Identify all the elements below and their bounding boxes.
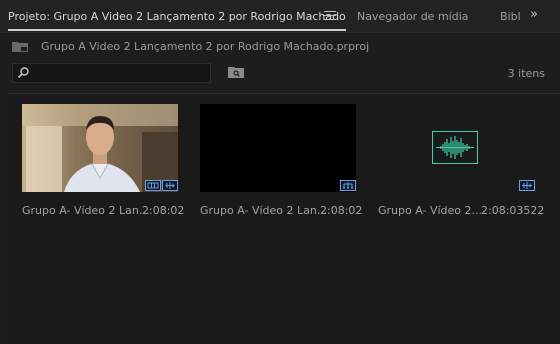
clip-thumbnail-video[interactable]: [22, 104, 178, 192]
tab-overflow-chevron-icon[interactable]: »: [527, 8, 541, 22]
item-name[interactable]: Grupo A- Vídeo 2 Lan...: [200, 204, 327, 217]
item-duration: 2:08:02: [320, 204, 363, 217]
search-icon: [17, 67, 29, 79]
search-input[interactable]: [33, 65, 207, 81]
sequence-thumbnail[interactable]: [200, 104, 356, 192]
active-tab-underline: [8, 29, 346, 31]
item-duration: 2:08:02: [142, 204, 185, 217]
new-search-bin-icon[interactable]: [228, 66, 244, 78]
search-field[interactable]: [12, 63, 211, 83]
item-count: 3 itens: [507, 67, 545, 80]
item-duration: 2:08:03522: [481, 204, 545, 217]
sequence-badge-icon: [340, 180, 356, 191]
waveform-icon: [432, 131, 478, 164]
tab-library-label: Bibl: [500, 10, 521, 23]
video-frame-image: [22, 104, 178, 192]
panel-menu-icon[interactable]: [324, 8, 336, 22]
project-file-name: Grupo A Video 2 Lançamento 2 por Rodrigo…: [41, 40, 370, 53]
project-folder-icon: [12, 42, 28, 52]
tab-project-label: Projeto: Grupo A Video 2 Lançamento 2 po…: [8, 10, 346, 23]
video-badge-icon: [145, 180, 161, 191]
tab-library[interactable]: Bibl: [500, 0, 521, 31]
item-name[interactable]: Grupo A- Vídeo 2...: [378, 204, 482, 217]
tab-media-browser[interactable]: Navegador de mídia: [357, 0, 469, 31]
tab-media-browser-label: Navegador de mídia: [357, 10, 469, 23]
audio-badge-icon: [519, 180, 535, 191]
audio-badge-icon: [162, 180, 178, 191]
item-name[interactable]: Grupo A- Vídeo 2 Lan...: [22, 204, 149, 217]
panel-tab-bar: Projeto: Grupo A Video 2 Lançamento 2 po…: [0, 0, 560, 33]
tab-project[interactable]: Projeto: Grupo A Video 2 Lançamento 2 po…: [8, 0, 346, 31]
